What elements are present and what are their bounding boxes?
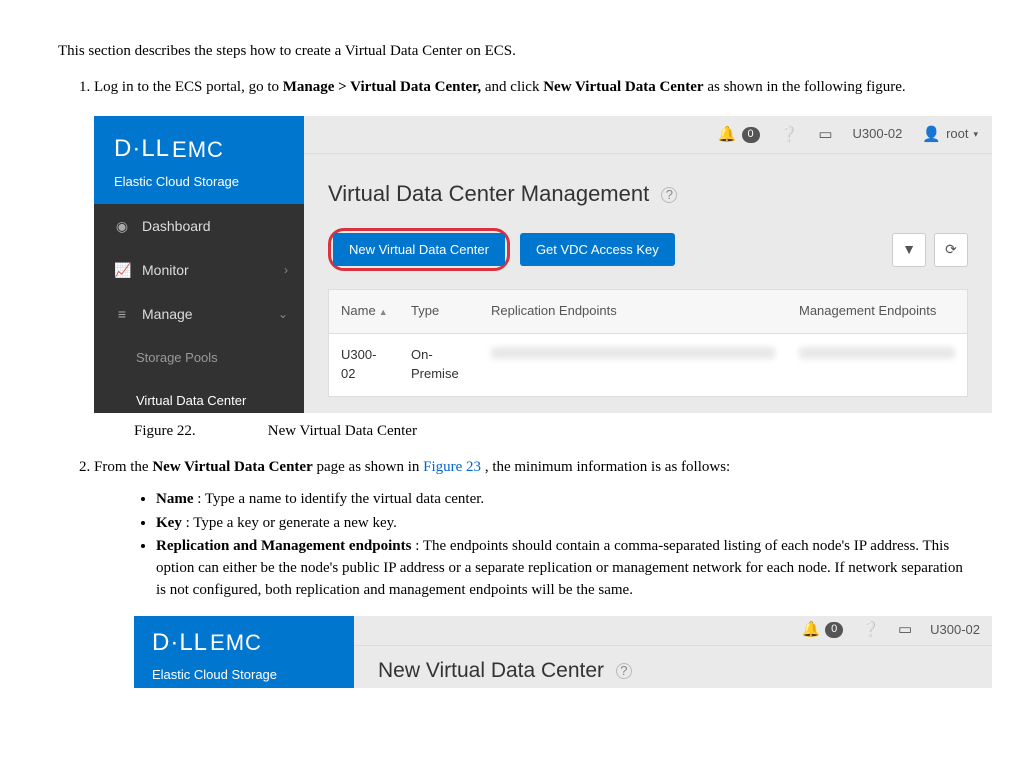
- bullet-name-bold: Name: [156, 491, 194, 507]
- get-access-key-button[interactable]: Get VDC Access Key: [520, 233, 675, 266]
- sidebar-item-manage[interactable]: ≡ Manage ⌄: [94, 292, 304, 336]
- figure-caption: Figure 22. New Virtual Data Center: [134, 421, 966, 443]
- bell-icon-2: 🔔: [801, 619, 820, 641]
- col-management[interactable]: Management Endpoints: [787, 290, 967, 333]
- figure-23-link[interactable]: Figure 23: [423, 459, 481, 475]
- topbar-2: 🔔 0 ❔ ▭ U300-02: [354, 616, 992, 646]
- step1-post: as shown in the following figure.: [704, 79, 906, 95]
- col-replication[interactable]: Replication Endpoints: [479, 290, 787, 333]
- node-label-2: U300-02: [930, 621, 980, 640]
- step2-pre: From the: [94, 459, 152, 475]
- main-area-2: 🔔 0 ❔ ▭ U300-02 New Virtual Data Center …: [354, 616, 992, 688]
- caret-down-icon: ▾: [973, 128, 978, 141]
- step1-bold2: New Virtual Data Center: [543, 79, 703, 95]
- help-circle-icon-2[interactable]: ?: [616, 663, 632, 679]
- cell-name: U300-02: [329, 334, 399, 396]
- brand-subtitle: Elastic Cloud Storage: [114, 173, 284, 192]
- main-area: 🔔 0 ❔ ▭ U300-02 👤 root ▾ Virtual Data Ce…: [304, 116, 992, 413]
- new-vdc-button[interactable]: New Virtual Data Center: [333, 233, 505, 266]
- chevron-right-icon: ›: [284, 262, 288, 279]
- caption-text: New Virtual Data Center: [268, 423, 417, 439]
- sidebar-item-dashboard[interactable]: ◉ Dashboard: [94, 204, 304, 248]
- help-circle-icon[interactable]: ?: [661, 187, 677, 203]
- highlight-circle: New Virtual Data Center: [328, 228, 510, 271]
- sidebar-label-storage-pools: Storage Pools: [136, 349, 218, 368]
- bullet-key-text: : Type a key or generate a new key.: [182, 515, 397, 531]
- page-title-text: Virtual Data Center Management: [328, 181, 649, 206]
- col-name[interactable]: Name▲: [329, 290, 399, 333]
- table-header: Name▲ Type Replication Endpoints Managem…: [329, 290, 967, 334]
- vdc-table: Name▲ Type Replication Endpoints Managem…: [328, 289, 968, 397]
- bullet-endpoints-bold: Replication and Management endpoints: [156, 538, 411, 554]
- brand-dell: D·LL: [114, 132, 170, 167]
- stack-icon: ≡: [114, 304, 130, 324]
- chevron-down-icon: ⌄: [278, 306, 288, 323]
- step-2: From the New Virtual Data Center page as…: [94, 457, 966, 688]
- refresh-icon: ⟳: [945, 239, 957, 259]
- sidebar: D·LLEMC Elastic Cloud Storage ◉ Dashboar…: [94, 116, 304, 413]
- sidebar-label-manage: Manage: [142, 304, 193, 324]
- bullet-key-bold: Key: [156, 515, 182, 531]
- user-menu[interactable]: 👤 root ▾: [922, 124, 978, 146]
- brand-subtitle-2: Elastic Cloud Storage: [152, 666, 336, 685]
- node-label: U300-02: [853, 125, 903, 144]
- bullet-name: Name : Type a name to identify the virtu…: [156, 489, 966, 511]
- step2-post: , the minimum information is as follows:: [481, 459, 730, 475]
- brand-emc-2: EMC: [210, 627, 262, 659]
- bullet-key: Key : Type a key or generate a new key.: [156, 513, 966, 535]
- filter-button[interactable]: ▼: [892, 233, 926, 267]
- chart-icon: 📈: [114, 260, 130, 280]
- sidebar-item-vdc[interactable]: Virtual Data Center: [94, 380, 304, 423]
- gauge-icon: ◉: [114, 216, 130, 236]
- sidebar-label-dashboard: Dashboard: [142, 216, 211, 236]
- sidebar-label-vdc: Virtual Data Center: [136, 392, 246, 411]
- alerts-button[interactable]: 🔔 0: [718, 124, 760, 146]
- caption-label: Figure 22.: [134, 421, 264, 443]
- card-icon-2[interactable]: ▭: [898, 619, 912, 641]
- help-icon-2[interactable]: ❔: [861, 619, 880, 641]
- step2-mid: page as shown in: [313, 459, 423, 475]
- cell-management: [787, 334, 967, 396]
- step-1: Log in to the ECS portal, go to Manage >…: [94, 77, 966, 444]
- brand-dell-2: D·LL: [152, 626, 208, 661]
- bullet-endpoints: Replication and Management endpoints : T…: [156, 536, 966, 601]
- brand-emc: EMC: [172, 134, 224, 166]
- screenshot-vdc-management: D·LLEMC Elastic Cloud Storage ◉ Dashboar…: [94, 116, 992, 413]
- filter-icon: ▼: [902, 239, 916, 259]
- bullet-name-text: : Type a name to identify the virtual da…: [194, 491, 485, 507]
- step2-bold: New Virtual Data Center: [152, 459, 312, 475]
- brand-block-2: D·LLEMC Elastic Cloud Storage: [134, 616, 354, 688]
- sidebar-label-monitor: Monitor: [142, 260, 189, 280]
- help-icon[interactable]: ❔: [780, 124, 799, 146]
- page-title-2-text: New Virtual Data Center: [378, 659, 604, 682]
- card-icon[interactable]: ▭: [818, 124, 832, 146]
- step1-bold1: Manage > Virtual Data Center,: [283, 79, 481, 95]
- step1-pre: Log in to the ECS portal, go to: [94, 79, 283, 95]
- alerts-button-2[interactable]: 🔔 0: [801, 619, 843, 641]
- sidebar-item-storage-pools[interactable]: Storage Pools: [94, 337, 304, 380]
- col-type[interactable]: Type: [399, 290, 479, 333]
- user-icon: 👤: [922, 124, 941, 146]
- page-title-2: New Virtual Data Center ?: [354, 646, 992, 686]
- cell-replication: [479, 334, 787, 396]
- button-row: New Virtual Data Center Get VDC Access K…: [304, 228, 992, 289]
- user-label: root: [946, 125, 968, 144]
- intro-text: This section describes the steps how to …: [58, 40, 966, 63]
- sort-asc-icon: ▲: [379, 307, 388, 317]
- col-name-label: Name: [341, 303, 376, 318]
- screenshot-new-vdc: D·LLEMC Elastic Cloud Storage 🔔 0 ❔ ▭ U3…: [134, 616, 992, 688]
- page-title: Virtual Data Center Management ?: [304, 154, 992, 228]
- sidebar-item-monitor[interactable]: 📈 Monitor ›: [94, 248, 304, 292]
- bell-icon: 🔔: [718, 124, 737, 146]
- brand-block: D·LLEMC Elastic Cloud Storage: [94, 116, 304, 204]
- refresh-button[interactable]: ⟳: [934, 233, 968, 267]
- topbar: 🔔 0 ❔ ▭ U300-02 👤 root ▾: [304, 116, 992, 154]
- step1-mid: and click: [481, 79, 543, 95]
- alert-count-2: 0: [825, 622, 843, 638]
- cell-type: On-Premise: [399, 334, 479, 396]
- alert-count: 0: [742, 127, 760, 143]
- table-row[interactable]: U300-02 On-Premise: [329, 334, 967, 396]
